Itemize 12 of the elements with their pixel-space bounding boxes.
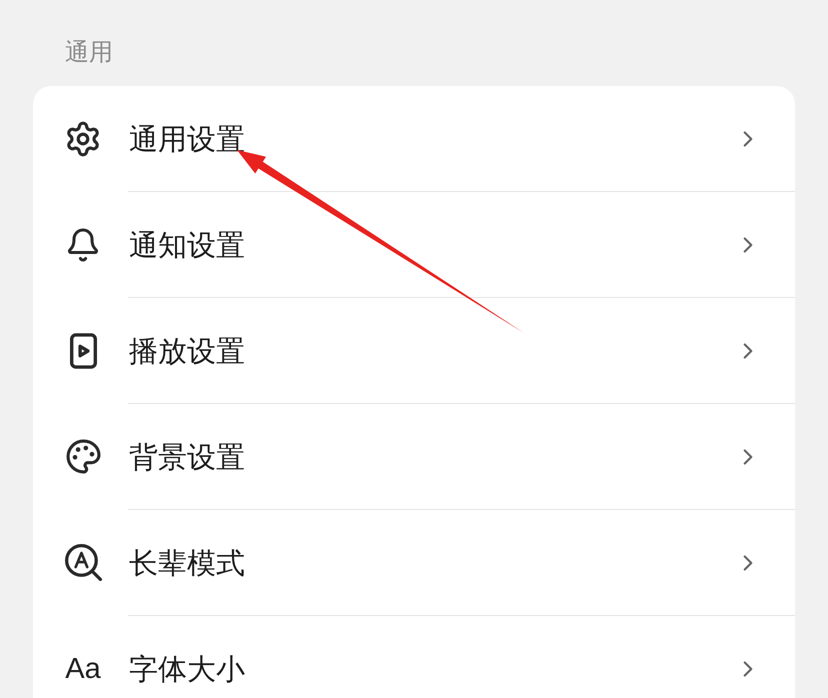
settings-row[interactable]: 通用设置 <box>33 86 795 191</box>
font-sample-text: Aa <box>65 652 101 686</box>
settings-row[interactable]: 背景设置 <box>33 404 795 509</box>
letter-magnifier-icon <box>64 544 102 581</box>
palette-icon <box>64 438 102 475</box>
bell-icon <box>65 226 101 262</box>
settings-row[interactable]: Aa 字体大小 <box>33 616 795 698</box>
settings-row[interactable]: 长辈模式 <box>33 510 795 615</box>
settings-row[interactable]: 通知设置 <box>33 192 795 297</box>
play-card-icon <box>70 332 96 368</box>
section-title: 通用 <box>65 37 113 67</box>
settings-row[interactable]: 播放设置 <box>33 298 795 403</box>
